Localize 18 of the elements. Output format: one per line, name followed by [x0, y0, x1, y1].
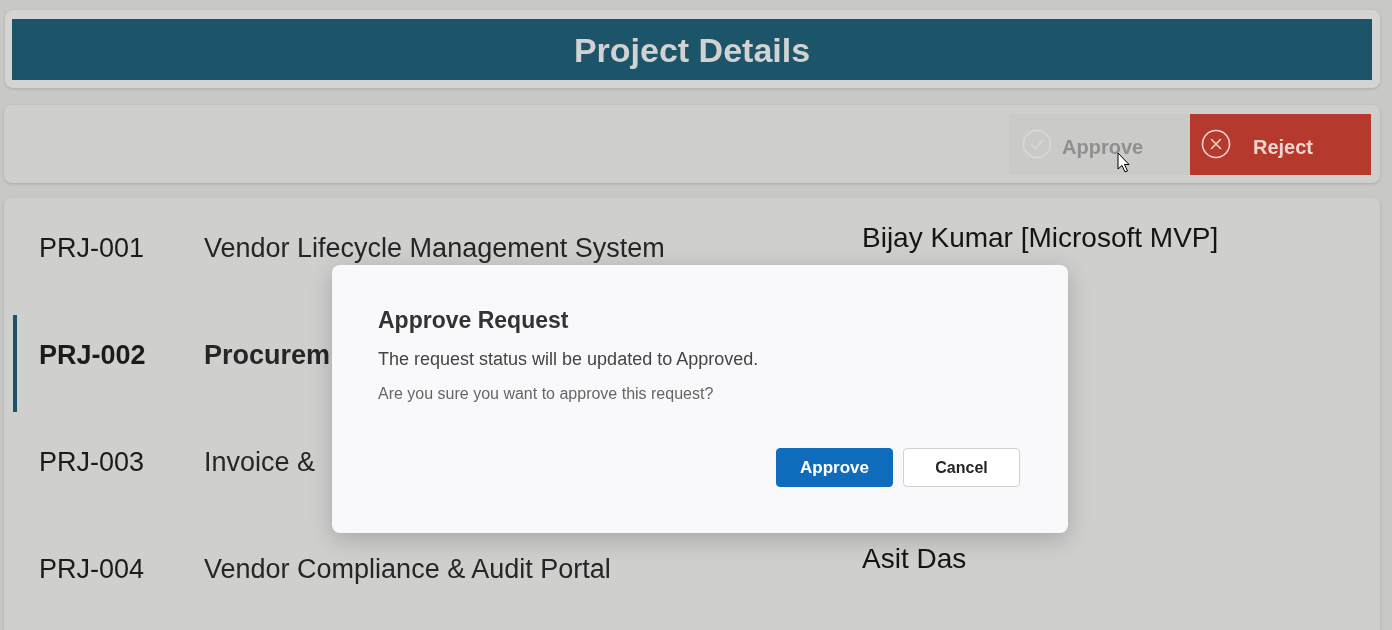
project-owner: Asit Das: [862, 543, 967, 574]
reject-button[interactable]: Reject: [1190, 113, 1371, 175]
project-name: Vendor Lifecycle Management System: [204, 233, 665, 263]
dialog-question: Are you sure you want to approve this request?: [378, 384, 714, 404]
project-id[interactable]: PRJ-003: [39, 447, 145, 477]
dialog-title: Approve Request: [378, 306, 569, 334]
project-owner: Bijay Kumar [Microsoft MVP]: [862, 222, 1219, 253]
close-circle-icon: [1201, 129, 1231, 159]
project-name: Procurem: [204, 340, 331, 370]
project-name: Vendor Compliance & Audit Portal: [204, 554, 611, 584]
project-name: Invoice &: [204, 447, 316, 477]
cancel-button[interactable]: Cancel: [903, 448, 1020, 487]
confirm-approve-button[interactable]: Approve: [776, 448, 893, 487]
project-id[interactable]: PRJ-001: [39, 233, 145, 263]
project-id[interactable]: PRJ-002: [39, 340, 146, 370]
project-id[interactable]: PRJ-004: [39, 554, 145, 584]
dialog-message: The request status will be updated to Approved.: [378, 348, 759, 371]
page-title: Project Details: [573, 32, 811, 67]
